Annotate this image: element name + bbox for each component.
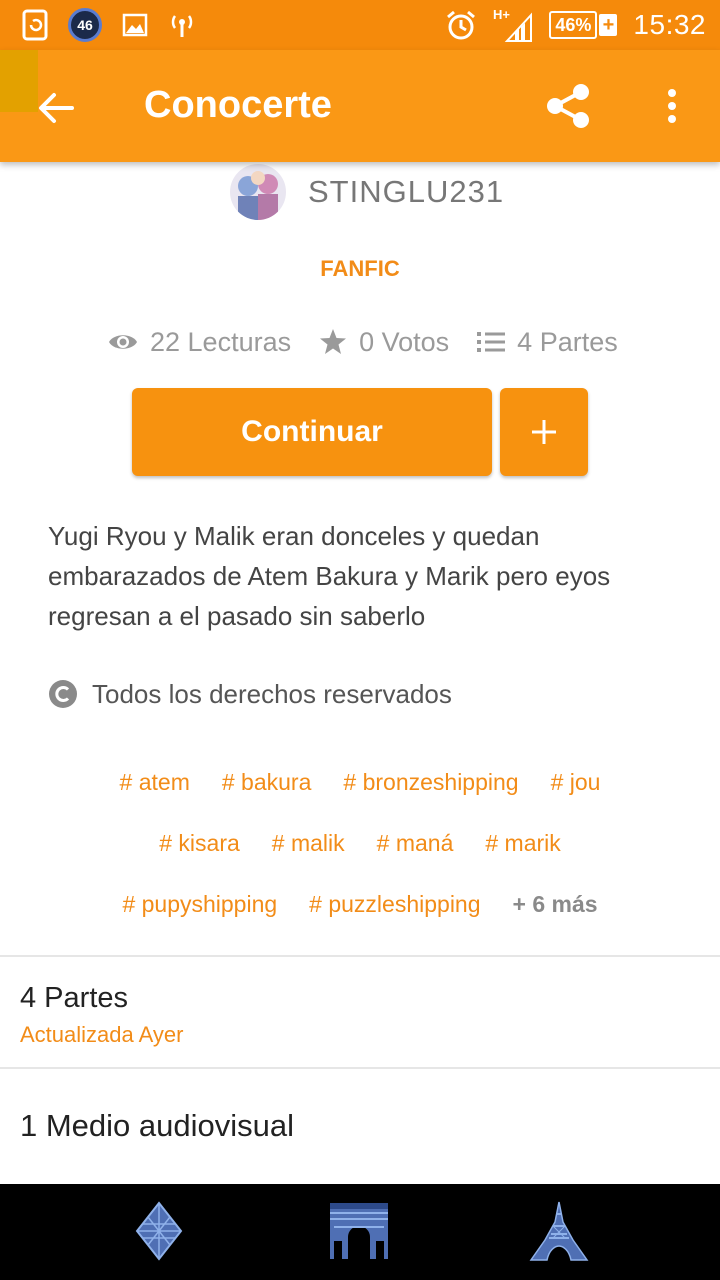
tag-malik[interactable]: # malik (272, 830, 345, 857)
battery-level: 46% (549, 11, 598, 39)
license-row: Todos los derechos reservados (48, 674, 452, 714)
votes-count: 0 Votos (359, 326, 450, 357)
tag-bronzeshipping[interactable]: # bronzeshipping (343, 769, 518, 796)
plus-icon (532, 420, 556, 444)
bottom-navigation-bar (0, 1184, 720, 1280)
status-right-icons: H+ 46% + 15:32 (445, 6, 706, 44)
divider (0, 1067, 720, 1069)
eye-icon (109, 335, 137, 349)
nav-home-button[interactable] (324, 1196, 394, 1266)
nav-recents-button[interactable] (524, 1196, 594, 1266)
copyright-icon (49, 680, 77, 708)
alarm-icon (447, 10, 476, 40)
more-tags-button[interactable]: + 6 más (513, 891, 598, 918)
tag-jou[interactable]: # jou (551, 769, 601, 796)
tag-row: # atem # bakura # bronzeshipping # jou (40, 752, 680, 813)
clock: 15:32 (633, 9, 706, 40)
tag-bakura[interactable]: # bakura (222, 769, 312, 796)
tag-puzzleshipping[interactable]: # puzzleshipping (309, 891, 480, 918)
page-title: Conocerte (144, 84, 332, 126)
parts-section-title[interactable]: 4 Partes (20, 982, 128, 1015)
story-description: Yugi Ryou y Malik eran donceles y quedan… (48, 521, 611, 631)
parts-updated-label: Actualizada Ayer (20, 1022, 184, 1047)
louvre-pyramid-icon (135, 1201, 183, 1261)
image-icon (122, 13, 148, 37)
arrow-left-icon (39, 93, 74, 123)
tag-cloud: # atem # bakura # bronzeshipping # jou #… (40, 752, 680, 935)
battery-icon: 46% + (549, 11, 618, 39)
continue-reading-button[interactable]: Continuar (132, 388, 492, 476)
status-bar: 46 H+ 46% + 15:32 (0, 0, 720, 50)
license-text: Todos los derechos reservados (92, 678, 452, 709)
star-icon (320, 329, 347, 354)
more-vert-icon (668, 89, 676, 123)
parts-count: 4 Partes (517, 326, 618, 357)
tag-row: # kisara # malik # maná # marik (40, 813, 680, 874)
tag-pupyshipping[interactable]: # pupyshipping (122, 891, 277, 918)
hotspot-icon (171, 15, 193, 37)
tag-row: # pupyshipping # puzzleshipping + 6 más (40, 874, 680, 935)
arc-de-triomphe-icon (330, 1203, 388, 1259)
signal-hplus-icon: H+ (493, 7, 533, 42)
media-section-title[interactable]: 1 Medio audiovisual (20, 1108, 294, 1144)
more-options-button[interactable] (650, 78, 694, 134)
divider (0, 955, 720, 957)
share-icon (547, 84, 589, 128)
votes-stat: 0 Votos (319, 327, 449, 358)
avatar-image-icon (230, 164, 286, 220)
reads-count: 22 Lecturas (150, 326, 292, 357)
avatar[interactable] (230, 164, 286, 220)
tag-marik[interactable]: # marik (485, 830, 560, 857)
tag-kisara[interactable]: # kisara (159, 830, 240, 857)
reads-stat: 22 Lecturas (108, 327, 291, 358)
nav-back-button[interactable] (124, 1196, 194, 1266)
add-to-library-button[interactable] (500, 388, 588, 476)
share-button[interactable] (540, 78, 596, 134)
svg-text:H+: H+ (493, 7, 510, 22)
charging-indicator: + (599, 14, 618, 36)
list-icon (477, 332, 506, 352)
status-left-icons: 46 (22, 8, 196, 42)
app-bar: Conocerte (0, 50, 720, 162)
story-stats: 22 Lecturas 0 Votos 4 Partes (108, 322, 618, 362)
eiffel-tower-icon (529, 1201, 589, 1261)
parts-stat: 4 Partes (477, 327, 618, 358)
sim-refresh-icon (22, 9, 48, 41)
tag-mana[interactable]: # maná (377, 830, 454, 857)
network-badge-icon: 46 (68, 8, 102, 42)
back-button[interactable] (30, 82, 82, 134)
author-name[interactable]: STINGLU231 (308, 174, 504, 210)
category-label[interactable]: FANFIC (0, 256, 720, 282)
tag-atem[interactable]: # atem (120, 769, 190, 796)
author-row[interactable]: STINGLU231 (230, 162, 504, 222)
